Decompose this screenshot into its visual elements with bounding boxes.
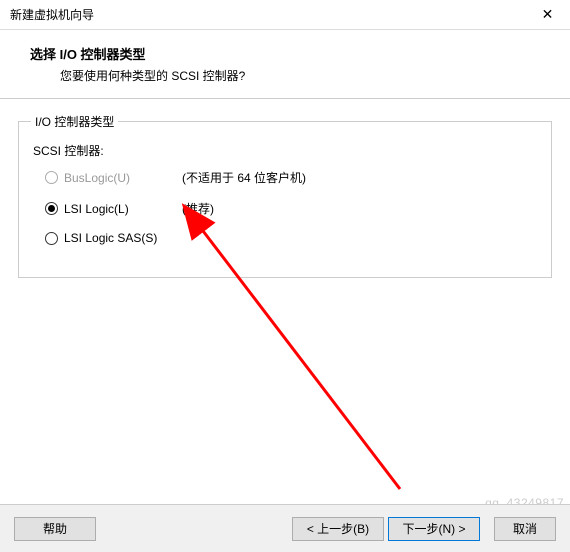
page-title: 选择 I/O 控制器类型 [30, 44, 570, 63]
radio-option-lsi-logic[interactable]: LSI Logic(L) (推荐) [45, 200, 539, 217]
page-subtitle: 您要使用何种类型的 SCSI 控制器? [30, 67, 570, 84]
content-area: I/O 控制器类型 SCSI 控制器: BusLogic(U) (不适用于 64… [0, 99, 570, 491]
next-button[interactable]: 下一步(N) > [388, 517, 480, 541]
scsi-label: SCSI 控制器: [33, 142, 539, 159]
option-label: BusLogic(U) [64, 171, 174, 185]
help-button[interactable]: 帮助 [14, 517, 96, 541]
option-label: LSI Logic SAS(S) [64, 231, 174, 245]
io-controller-group: I/O 控制器类型 SCSI 控制器: BusLogic(U) (不适用于 64… [18, 113, 552, 278]
wizard-header: 选择 I/O 控制器类型 您要使用何种类型的 SCSI 控制器? [0, 30, 570, 99]
radio-icon [45, 232, 58, 245]
close-icon: ✕ [542, 6, 554, 23]
option-label: LSI Logic(L) [64, 202, 174, 216]
cancel-button[interactable]: 取消 [494, 517, 556, 541]
radio-icon [45, 171, 58, 184]
window-title: 新建虚拟机向导 [10, 6, 525, 23]
wizard-footer: 帮助 < 上一步(B) 下一步(N) > 取消 [0, 504, 570, 552]
back-button[interactable]: < 上一步(B) [292, 517, 384, 541]
option-note: (不适用于 64 位客户机) [182, 169, 306, 186]
titlebar: 新建虚拟机向导 ✕ [0, 0, 570, 30]
radio-option-buslogic: BusLogic(U) (不适用于 64 位客户机) [45, 169, 539, 186]
radio-icon [45, 202, 58, 215]
group-legend: I/O 控制器类型 [31, 113, 118, 130]
radio-option-lsi-logic-sas[interactable]: LSI Logic SAS(S) [45, 231, 539, 245]
option-note: (推荐) [182, 200, 214, 217]
close-button[interactable]: ✕ [525, 0, 570, 30]
